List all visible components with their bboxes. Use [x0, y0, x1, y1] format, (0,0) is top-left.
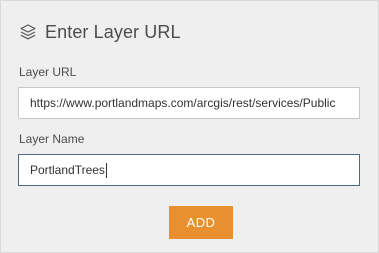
add-button[interactable]: ADD: [169, 206, 233, 239]
add-layer-url-panel: Enter Layer URL Layer URL Layer Name ADD: [0, 0, 379, 253]
layer-url-input[interactable]: [18, 87, 360, 119]
layers-icon: [19, 23, 37, 41]
panel-title: Enter Layer URL: [45, 21, 181, 42]
layer-name-input[interactable]: [18, 154, 360, 186]
layer-name-label: Layer Name: [19, 132, 85, 146]
layer-url-label: Layer URL: [19, 65, 77, 79]
panel-header: Enter Layer URL: [19, 19, 181, 45]
text-caret: [106, 163, 107, 178]
